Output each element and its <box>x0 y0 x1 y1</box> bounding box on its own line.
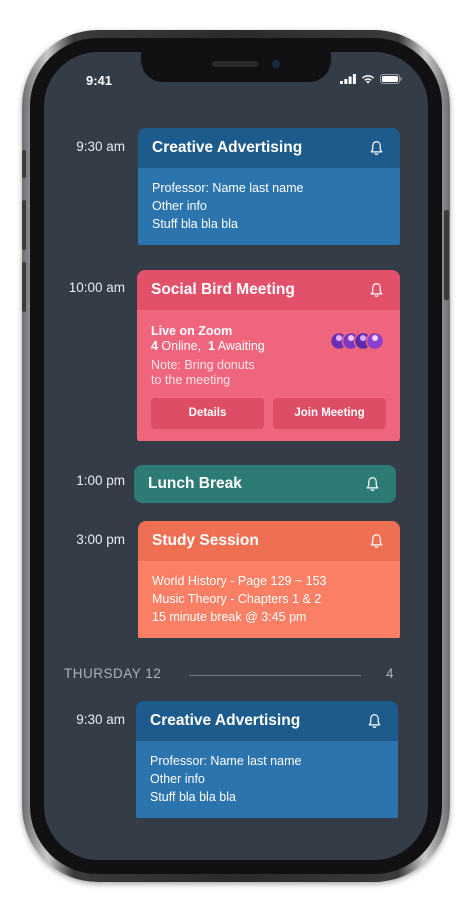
bell-icon[interactable] <box>369 140 384 156</box>
meeting-note: Note: Bring donuts to the meeting <box>151 358 386 388</box>
power-button <box>444 210 449 300</box>
front-camera <box>272 60 280 68</box>
signal-icon <box>340 74 356 84</box>
event-card-creative-advertising-thursday[interactable]: Creative Advertising Professor: Name las… <box>136 701 398 823</box>
event-card-header: Creative Advertising <box>136 701 398 741</box>
bell-icon[interactable] <box>369 282 384 298</box>
volume-down-button <box>22 262 26 312</box>
event-details: Professor: Name last name Other info Stu… <box>138 168 400 245</box>
note-line: Note: Bring donuts <box>151 358 255 372</box>
wifi-icon <box>362 75 374 84</box>
awaiting-label: Awaiting <box>214 339 265 353</box>
event-card-header: Social Bird Meeting <box>137 270 400 310</box>
event-time: 10:00 am <box>68 280 125 295</box>
event-detail-line: World History - Page 129 ~ 153 <box>152 574 327 588</box>
divider-line <box>189 675 361 676</box>
awaiting-count: 1 <box>208 339 215 353</box>
meeting-actions: Details Join Meeting <box>151 398 386 429</box>
notch <box>141 52 331 82</box>
event-details: World History - Page 129 ~ 153 Music The… <box>138 561 400 638</box>
day-label: THURSDAY 12 <box>64 666 162 681</box>
event-detail-line: Professor: Name last name <box>152 181 304 195</box>
event-time: 1:00 pm <box>76 473 125 488</box>
event-detail-line: Stuff bla bla bla <box>150 790 236 804</box>
silent-switch <box>22 150 26 178</box>
bell-icon[interactable] <box>369 533 384 549</box>
app-screen: 9:41 9:30 am Creative Advertising Profes… <box>44 52 428 860</box>
event-card-header: Lunch Break <box>134 465 396 503</box>
attendee-avatars <box>330 331 384 351</box>
event-card-study-session[interactable]: Study Session World History - Page 129 ~… <box>138 521 400 643</box>
event-card-social-bird-meeting[interactable]: Social Bird Meeting Live on Zoom 4 Onlin… <box>137 270 400 445</box>
event-card-header: Creative Advertising <box>138 128 400 168</box>
join-meeting-button[interactable]: Join Meeting <box>273 398 386 429</box>
event-time: 9:30 am <box>76 139 125 154</box>
event-detail-line: Stuff bla bla bla <box>152 217 238 231</box>
event-detail-line: Other info <box>152 199 207 213</box>
event-details: Professor: Name last name Other info Stu… <box>136 741 398 818</box>
event-detail-line: Other info <box>150 772 205 786</box>
online-label: Online, <box>157 339 202 353</box>
event-title: Creative Advertising <box>152 139 303 156</box>
day-divider: THURSDAY 12 4 <box>64 666 394 686</box>
event-detail-line: Professor: Name last name <box>150 754 302 768</box>
note-line: to the meeting <box>151 373 231 387</box>
event-title: Lunch Break <box>148 475 242 492</box>
bell-icon[interactable] <box>367 713 382 729</box>
event-card-lunch-break[interactable]: Lunch Break <box>134 465 396 503</box>
status-icons <box>340 74 402 84</box>
event-card-creative-advertising[interactable]: Creative Advertising Professor: Name las… <box>138 128 400 250</box>
event-time: 9:30 am <box>76 712 125 727</box>
volume-up-button <box>22 200 26 250</box>
details-button[interactable]: Details <box>151 398 264 429</box>
battery-icon <box>380 74 402 84</box>
event-title: Creative Advertising <box>150 712 301 729</box>
event-detail-line: 15 minute break @ 3:45 pm <box>152 610 307 624</box>
event-card-header: Study Session <box>138 521 400 561</box>
event-time: 3:00 pm <box>76 532 125 547</box>
online-count: 4 <box>151 339 158 353</box>
bell-icon[interactable] <box>365 476 380 492</box>
event-detail-line: Music Theory - Chapters 1 & 2 <box>152 592 322 606</box>
event-title: Study Session <box>152 532 259 549</box>
day-event-count: 4 <box>385 666 394 681</box>
event-title: Social Bird Meeting <box>151 281 295 298</box>
speaker <box>212 61 258 67</box>
status-time: 9:41 <box>86 73 113 88</box>
